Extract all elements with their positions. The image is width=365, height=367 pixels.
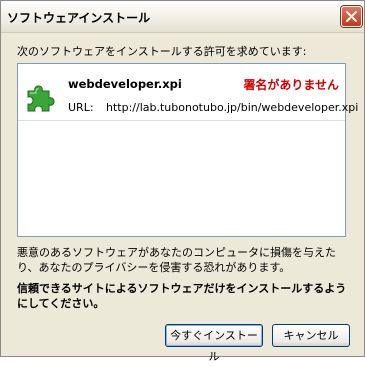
install-dialog: ソフトウェアインストール 次のソフトウェアをインストールする許可を求めています:…: [0, 0, 365, 363]
close-button[interactable]: [341, 6, 362, 27]
dialog-title: ソフトウェアインストール: [7, 11, 151, 25]
url-label: URL:: [68, 101, 94, 114]
title-bar[interactable]: ソフトウェアインストール: [1, 1, 364, 33]
install-prompt: 次のソフトウェアをインストールする許可を求めています:: [17, 45, 307, 58]
unsigned-status: 署名がありません: [243, 78, 339, 92]
advice-text: 信頼できるサイトによるソフトウェアだけをインストールするようにしてください。: [17, 282, 347, 310]
warning-text: 悪意のあるソフトウェアがあなたのコンピュータに損傷を与えたり、あなたのプライバシ…: [17, 246, 336, 274]
close-icon: [346, 11, 357, 22]
url-value: http://lab.tubonotubo.jp/bin/webdevelope…: [106, 101, 359, 114]
list-item[interactable]: webdeveloper.xpi 署名がありません URL: http://la…: [18, 64, 358, 121]
software-list[interactable]: webdeveloper.xpi 署名がありません URL: http://la…: [17, 63, 358, 237]
puzzle-piece-icon: [27, 85, 55, 112]
extension-name: webdeveloper.xpi: [68, 77, 182, 91]
cancel-button[interactable]: キャンセル: [272, 324, 350, 347]
install-now-button[interactable]: 今すぐインストール: [165, 324, 263, 363]
